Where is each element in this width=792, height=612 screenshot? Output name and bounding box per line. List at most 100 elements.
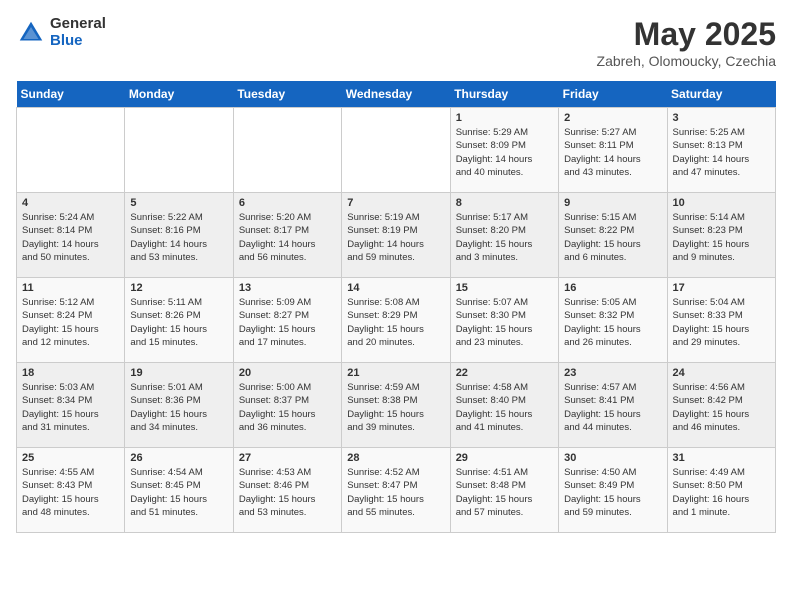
- calendar-cell: 7 Sunrise: 5:19 AM Sunset: 8:19 PM Daylig…: [342, 193, 450, 278]
- day-info: Sunrise: 5:09 AM Sunset: 8:27 PM Dayligh…: [239, 296, 336, 349]
- day-number: 13: [239, 282, 336, 294]
- day-info: Sunrise: 5:19 AM Sunset: 8:19 PM Dayligh…: [347, 211, 444, 264]
- day-number: 27: [239, 452, 336, 464]
- calendar-cell: 6Sunrise: 5:20 AM Sunset: 8:17 PM Daylig…: [233, 193, 341, 278]
- calendar-cell: 19Sunrise: 5:01 AM Sunset: 8:36 PM Dayli…: [125, 363, 233, 448]
- calendar-cell: 13 Sunrise: 5:09 AM Sunset: 8:27 PM Dayli…: [233, 278, 341, 363]
- header-day-saturday: Saturday: [667, 81, 775, 108]
- day-number: 15: [456, 282, 553, 294]
- day-info: Sunrise: 4:56 AM Sunset: 8:42 PM Dayligh…: [673, 381, 770, 434]
- day-info: Sunrise: 4:59 AM Sunset: 8:38 PM Dayligh…: [347, 381, 444, 434]
- day-info: Sunrise: 4:57 AM Sunset: 8:41 PM Dayligh…: [564, 381, 661, 434]
- day-number: 12: [130, 282, 227, 294]
- calendar-cell: 23 Sunrise: 4:57 AM Sunset: 8:41 PM Dayli…: [559, 363, 667, 448]
- calendar-cell: 17Sunrise: 5:04 AM Sunset: 8:33 PM Dayli…: [667, 278, 775, 363]
- day-info: Sunrise: 5:22 AM Sunset: 8:16 PM Dayligh…: [130, 211, 227, 264]
- day-number: 28: [347, 452, 444, 464]
- day-info: Sunrise: 4:49 AM Sunset: 8:50 PM Dayligh…: [673, 466, 770, 519]
- calendar-cell: [17, 108, 125, 193]
- day-number: 30: [564, 452, 661, 464]
- day-number: 8: [456, 197, 553, 209]
- page-header: General Blue May 2025 Zabreh, Olomoucky,…: [16, 16, 776, 69]
- calendar-week-row: 1Sunrise: 5:29 AM Sunset: 8:09 PM Daylig…: [17, 108, 776, 193]
- day-number: 22: [456, 367, 553, 379]
- header-day-wednesday: Wednesday: [342, 81, 450, 108]
- calendar-cell: 26 Sunrise: 4:54 AM Sunset: 8:45 PM Dayli…: [125, 448, 233, 533]
- calendar-cell: 25 Sunrise: 4:55 AM Sunset: 8:43 PM Dayli…: [17, 448, 125, 533]
- day-number: 10: [673, 197, 770, 209]
- day-number: 21: [347, 367, 444, 379]
- day-number: 2: [564, 112, 661, 124]
- day-number: 26: [130, 452, 227, 464]
- day-number: 1: [456, 112, 553, 124]
- calendar-cell: [233, 108, 341, 193]
- logo-blue-label: Blue: [50, 33, 106, 50]
- logo-text: General Blue: [50, 16, 106, 49]
- calendar-week-row: 18Sunrise: 5:03 AM Sunset: 8:34 PM Dayli…: [17, 363, 776, 448]
- calendar-cell: 2 Sunrise: 5:27 AM Sunset: 8:11 PM Daylig…: [559, 108, 667, 193]
- day-info: Sunrise: 5:08 AM Sunset: 8:29 PM Dayligh…: [347, 296, 444, 349]
- calendar-cell: 11Sunrise: 5:12 AM Sunset: 8:24 PM Dayli…: [17, 278, 125, 363]
- logo-general-label: General: [50, 16, 106, 33]
- calendar-cell: 28 Sunrise: 4:52 AM Sunset: 8:47 PM Dayli…: [342, 448, 450, 533]
- day-number: 11: [22, 282, 119, 294]
- day-number: 31: [673, 452, 770, 464]
- calendar-cell: 30 Sunrise: 4:50 AM Sunset: 8:49 PM Dayli…: [559, 448, 667, 533]
- calendar-cell: 18Sunrise: 5:03 AM Sunset: 8:34 PM Dayli…: [17, 363, 125, 448]
- day-number: 5: [130, 197, 227, 209]
- day-info: Sunrise: 5:24 AM Sunset: 8:14 PM Dayligh…: [22, 211, 119, 264]
- header-day-thursday: Thursday: [450, 81, 558, 108]
- header-day-monday: Monday: [125, 81, 233, 108]
- header-day-tuesday: Tuesday: [233, 81, 341, 108]
- day-info: Sunrise: 4:55 AM Sunset: 8:43 PM Dayligh…: [22, 466, 119, 519]
- day-number: 25: [22, 452, 119, 464]
- day-info: Sunrise: 5:05 AM Sunset: 8:32 PM Dayligh…: [564, 296, 661, 349]
- day-number: 29: [456, 452, 553, 464]
- day-number: 3: [673, 112, 770, 124]
- day-info: Sunrise: 5:15 AM Sunset: 8:22 PM Dayligh…: [564, 211, 661, 264]
- calendar-cell: [342, 108, 450, 193]
- header-day-sunday: Sunday: [17, 81, 125, 108]
- header-day-friday: Friday: [559, 81, 667, 108]
- calendar-week-row: 4 Sunrise: 5:24 AM Sunset: 8:14 PM Daylig…: [17, 193, 776, 278]
- day-info: Sunrise: 4:50 AM Sunset: 8:49 PM Dayligh…: [564, 466, 661, 519]
- calendar-cell: 20Sunrise: 5:00 AM Sunset: 8:37 PM Dayli…: [233, 363, 341, 448]
- day-number: 24: [673, 367, 770, 379]
- calendar-cell: 31 Sunrise: 4:49 AM Sunset: 8:50 PM Dayli…: [667, 448, 775, 533]
- day-info: Sunrise: 5:04 AM Sunset: 8:33 PM Dayligh…: [673, 296, 770, 349]
- day-number: 7: [347, 197, 444, 209]
- calendar-week-row: 25 Sunrise: 4:55 AM Sunset: 8:43 PM Dayli…: [17, 448, 776, 533]
- calendar-week-row: 11Sunrise: 5:12 AM Sunset: 8:24 PM Dayli…: [17, 278, 776, 363]
- day-info: Sunrise: 5:14 AM Sunset: 8:23 PM Dayligh…: [673, 211, 770, 264]
- day-info: Sunrise: 5:03 AM Sunset: 8:34 PM Dayligh…: [22, 381, 119, 434]
- day-info: Sunrise: 4:54 AM Sunset: 8:45 PM Dayligh…: [130, 466, 227, 519]
- day-number: 20: [239, 367, 336, 379]
- day-info: Sunrise: 5:11 AM Sunset: 8:26 PM Dayligh…: [130, 296, 227, 349]
- day-number: 6: [239, 197, 336, 209]
- day-number: 14: [347, 282, 444, 294]
- day-number: 16: [564, 282, 661, 294]
- day-number: 4: [22, 197, 119, 209]
- calendar-cell: 21 Sunrise: 4:59 AM Sunset: 8:38 PM Dayli…: [342, 363, 450, 448]
- main-title: May 2025: [597, 16, 776, 53]
- calendar-cell: 3 Sunrise: 5:25 AM Sunset: 8:13 PM Daylig…: [667, 108, 775, 193]
- logo-icon: [16, 18, 46, 48]
- day-info: Sunrise: 5:25 AM Sunset: 8:13 PM Dayligh…: [673, 126, 770, 179]
- day-number: 23: [564, 367, 661, 379]
- calendar-header-row: SundayMondayTuesdayWednesdayThursdayFrid…: [17, 81, 776, 108]
- calendar-cell: 4 Sunrise: 5:24 AM Sunset: 8:14 PM Daylig…: [17, 193, 125, 278]
- day-info: Sunrise: 4:58 AM Sunset: 8:40 PM Dayligh…: [456, 381, 553, 434]
- day-info: Sunrise: 5:07 AM Sunset: 8:30 PM Dayligh…: [456, 296, 553, 349]
- day-number: 9: [564, 197, 661, 209]
- day-info: Sunrise: 5:27 AM Sunset: 8:11 PM Dayligh…: [564, 126, 661, 179]
- calendar-cell: 16 Sunrise: 5:05 AM Sunset: 8:32 PM Dayli…: [559, 278, 667, 363]
- day-info: Sunrise: 4:53 AM Sunset: 8:46 PM Dayligh…: [239, 466, 336, 519]
- day-info: Sunrise: 4:52 AM Sunset: 8:47 PM Dayligh…: [347, 466, 444, 519]
- subtitle: Zabreh, Olomoucky, Czechia: [597, 53, 776, 69]
- calendar-cell: 14 Sunrise: 5:08 AM Sunset: 8:29 PM Dayli…: [342, 278, 450, 363]
- logo: General Blue: [16, 16, 106, 49]
- title-block: May 2025 Zabreh, Olomoucky, Czechia: [597, 16, 776, 69]
- calendar-cell: 22 Sunrise: 4:58 AM Sunset: 8:40 PM Dayli…: [450, 363, 558, 448]
- calendar-cell: 24 Sunrise: 4:56 AM Sunset: 8:42 PM Dayli…: [667, 363, 775, 448]
- calendar-cell: 9 Sunrise: 5:15 AM Sunset: 8:22 PM Daylig…: [559, 193, 667, 278]
